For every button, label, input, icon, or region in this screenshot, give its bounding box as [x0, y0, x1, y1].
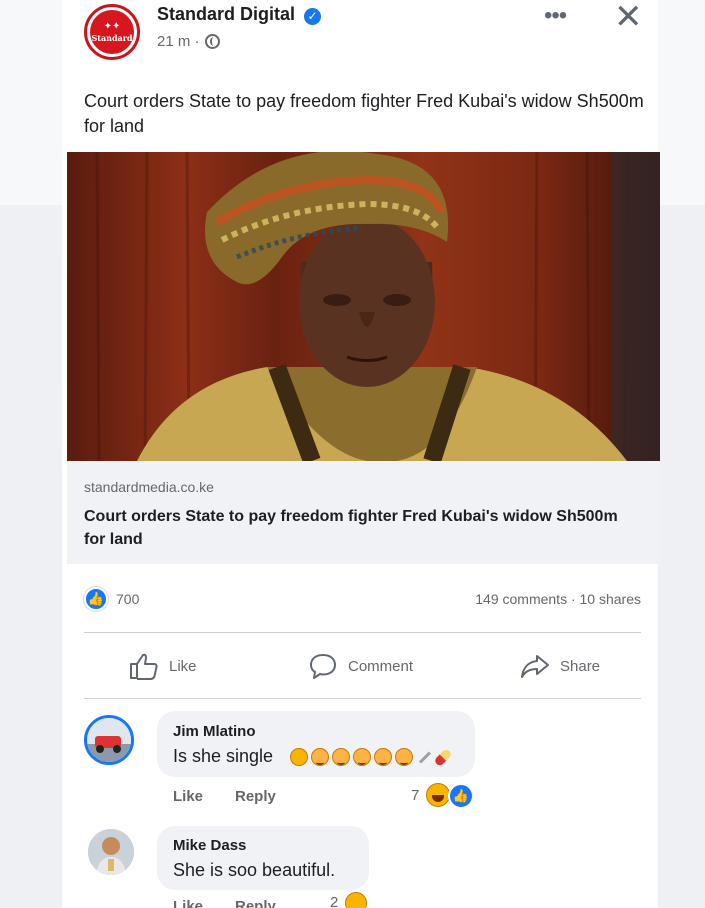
grin-emoji-icon: [290, 748, 308, 766]
share-button[interactable]: Share: [520, 650, 600, 682]
photo-illustration: [67, 152, 660, 461]
globe-icon: [204, 34, 220, 49]
comment-author[interactable]: Mike Dass: [173, 837, 246, 854]
like-icon: [130, 653, 158, 680]
post-time[interactable]: 21 m ·: [157, 33, 200, 50]
reaction-count[interactable]: 700: [116, 591, 139, 607]
page-name[interactable]: Standard Digital: [157, 4, 295, 25]
comment-bubble[interactable]: [157, 711, 475, 777]
comment-text: She is soo beautiful.: [173, 860, 336, 880]
comment-text: Is she single: [173, 746, 274, 766]
link-domain: standardmedia.co.ke: [84, 479, 214, 495]
comment-reaction-count[interactable]: 2: [330, 894, 338, 908]
avatar-photo: [87, 718, 131, 762]
link-title[interactable]: Court orders State to pay freedom fighte…: [84, 505, 624, 551]
comment-reply-button[interactable]: Reply: [235, 898, 276, 908]
comment-reply-button[interactable]: Reply: [235, 788, 276, 805]
comments-shares-count[interactable]: 149 comments · 10 shares: [475, 591, 641, 607]
share-icon: [521, 655, 549, 678]
smile-emoji-icon: [353, 748, 371, 766]
logo-mark-icon: ✦✦: [103, 20, 121, 32]
like-reaction-icon: 👍: [448, 783, 474, 809]
standard-logo: ✦✦ Standard: [90, 10, 134, 54]
comment-button[interactable]: Comment: [308, 650, 413, 682]
comment-icon: [310, 654, 336, 679]
like-label: Like: [169, 657, 197, 675]
smile-emoji-icon: [311, 748, 329, 766]
post-text: Court orders State to pay freedom fighte…: [84, 91, 644, 136]
background-right: [658, 0, 705, 205]
syringe-emoji-icon: [418, 750, 432, 764]
like-button[interactable]: Like: [129, 650, 197, 682]
avatar-photo: [88, 829, 134, 875]
haha-icon: [345, 892, 367, 908]
smile-emoji-icon: [395, 748, 413, 766]
page-avatar[interactable]: ✦✦ Standard: [84, 4, 140, 60]
pill-emoji-icon: [433, 747, 453, 767]
comment-emojis: [290, 747, 453, 767]
background-left-lower: [0, 205, 62, 908]
comment-like-button[interactable]: Like: [173, 898, 203, 908]
comment-like-button[interactable]: Like: [173, 788, 203, 805]
post-meta: 21 m ·: [157, 33, 220, 50]
verified-badge-icon: ✓: [304, 8, 321, 25]
more-icon[interactable]: •••: [544, 4, 567, 28]
post-photo[interactable]: [67, 152, 660, 461]
haha-icon: [426, 783, 450, 807]
comment-label: Comment: [348, 657, 414, 675]
smile-emoji-icon: [374, 748, 392, 766]
commenter-avatar[interactable]: [88, 829, 134, 875]
background-right-lower: [658, 205, 705, 908]
smile-emoji-icon: [332, 748, 350, 766]
background-left: [0, 0, 62, 205]
logo-text: Standard: [91, 32, 133, 43]
divider: [84, 632, 641, 633]
close-icon[interactable]: ✕: [614, 0, 643, 34]
share-label: Share: [560, 657, 601, 675]
divider: [84, 698, 641, 699]
comment-reaction-count[interactable]: 7: [411, 787, 419, 804]
comment-author[interactable]: Jim Mlatino: [173, 723, 256, 740]
commenter-avatar[interactable]: [84, 715, 134, 765]
like-reaction-icon: 👍: [84, 587, 108, 611]
